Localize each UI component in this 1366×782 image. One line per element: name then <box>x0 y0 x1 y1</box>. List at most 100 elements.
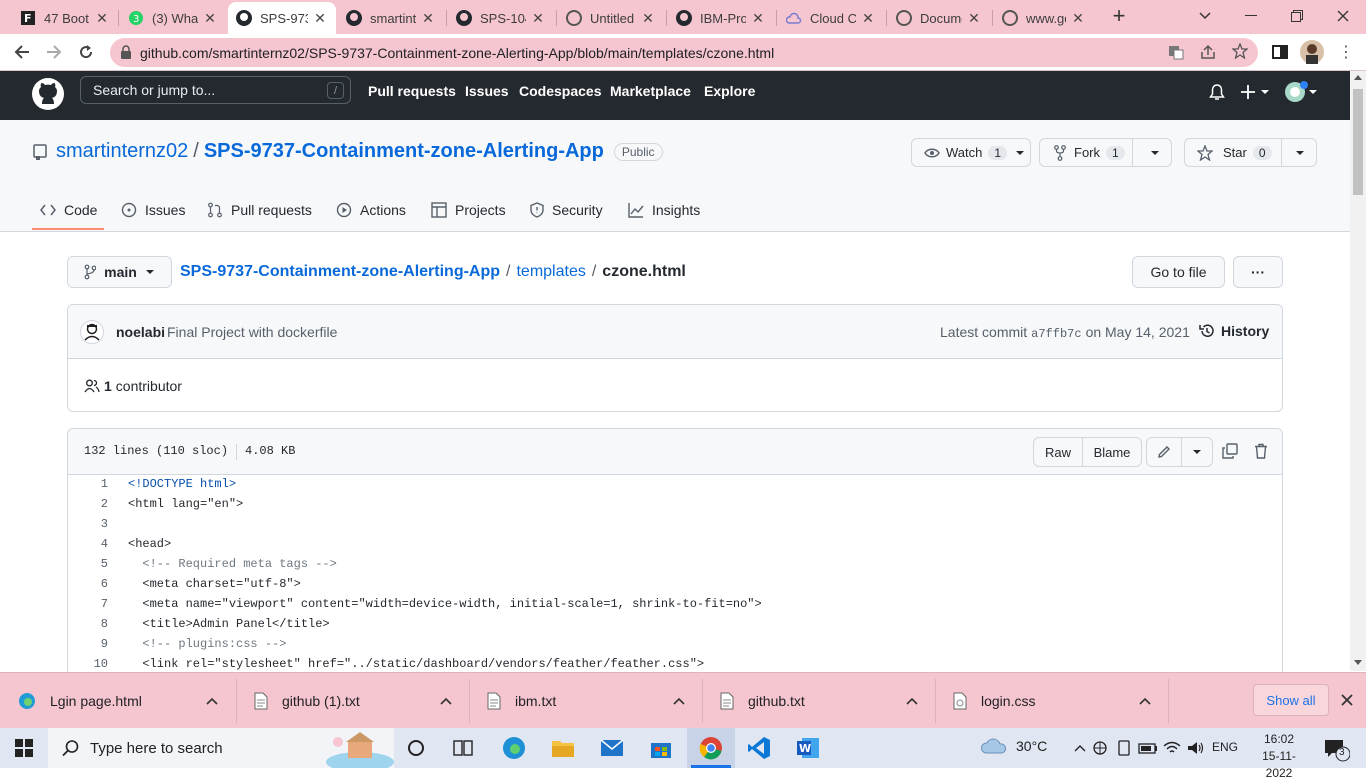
line-number[interactable]: 3 <box>68 517 108 531</box>
share-icon[interactable] <box>1200 44 1216 60</box>
show-all-button[interactable]: Show all <box>1253 684 1329 716</box>
tab-close-icon[interactable]: ✕ <box>640 10 656 27</box>
tab-actions[interactable]: Actions <box>336 188 406 232</box>
download-item[interactable]: github.txt <box>720 673 930 729</box>
breadcrumb-repo-link[interactable]: SPS-9737-Containment-zone-Alerting-App <box>180 263 500 281</box>
close-window-icon[interactable] <box>1320 0 1366 32</box>
browser-tab[interactable]: F 47 Boot ✕ <box>12 2 118 34</box>
task-view-icon[interactable] <box>447 732 479 764</box>
nav-explore[interactable]: Explore <box>704 83 755 99</box>
nav-marketplace[interactable]: Marketplace <box>610 83 691 99</box>
close-icon[interactable] <box>1341 694 1353 706</box>
minimize-icon[interactable] <box>1228 0 1274 32</box>
line-number[interactable]: 8 <box>68 617 108 631</box>
browser-tab[interactable]: Docume ✕ <box>888 2 990 34</box>
tab-projects[interactable]: Projects <box>431 188 506 232</box>
watch-button[interactable]: Watch 1 <box>911 138 1031 167</box>
tab-close-icon[interactable]: ✕ <box>750 10 766 27</box>
commit-sha-link[interactable]: a7ffb7c <box>1031 327 1081 341</box>
bookmark-star-icon[interactable] <box>1232 43 1248 59</box>
vscode-icon[interactable] <box>743 732 775 764</box>
create-new-icon[interactable] <box>1241 83 1271 101</box>
volume-icon[interactable] <box>1180 732 1212 764</box>
nav-pull-requests[interactable]: Pull requests <box>368 83 456 99</box>
breadcrumb-dir-link[interactable]: templates <box>516 263 585 281</box>
tab-close-icon[interactable]: ✕ <box>1070 10 1086 27</box>
line-number[interactable]: 1 <box>68 477 108 491</box>
download-item[interactable]: ibm.txt <box>487 673 697 729</box>
forward-icon[interactable] <box>40 38 68 66</box>
line-number[interactable]: 5 <box>68 557 108 571</box>
browser-tab[interactable]: Cloud C ✕ <box>778 2 884 34</box>
chevron-down-icon[interactable] <box>1295 150 1305 156</box>
commit-author-link[interactable]: noelabi <box>116 324 165 340</box>
tab-close-icon[interactable]: ✕ <box>860 10 876 27</box>
chevron-down-icon[interactable] <box>1181 437 1213 467</box>
blame-button[interactable]: Blame <box>1082 437 1142 467</box>
go-to-file-button[interactable]: Go to file <box>1132 256 1225 288</box>
chevron-down-icon[interactable] <box>1150 150 1160 156</box>
repo-owner-link[interactable]: smartinternz02 <box>56 140 188 163</box>
chevron-up-icon[interactable] <box>673 697 685 705</box>
line-number[interactable]: 7 <box>68 597 108 611</box>
fork-button[interactable]: Fork 1 <box>1039 138 1172 167</box>
windows-start-icon[interactable] <box>8 732 40 764</box>
lock-icon[interactable] <box>120 45 132 59</box>
translate-icon[interactable] <box>1168 44 1184 60</box>
tab-close-icon[interactable]: ✕ <box>420 10 436 27</box>
line-number[interactable]: 4 <box>68 537 108 551</box>
browser-tab[interactable]: Untitled ✕ <box>558 2 664 34</box>
download-item[interactable]: github (1).txt <box>254 673 464 729</box>
line-number[interactable]: 6 <box>68 577 108 591</box>
browser-tab[interactable]: smartint ✕ <box>338 2 444 34</box>
file-explorer-icon[interactable] <box>547 732 579 764</box>
language-indicator[interactable]: ENG <box>1212 740 1238 754</box>
tab-security[interactable]: Security <box>530 188 603 232</box>
tab-close-icon[interactable]: ✕ <box>202 10 218 27</box>
github-search-input[interactable]: Search or jump to... / <box>80 76 351 104</box>
chevron-up-icon[interactable] <box>906 697 918 705</box>
trash-icon[interactable] <box>1254 443 1268 459</box>
word-icon[interactable]: W <box>792 732 824 764</box>
download-item[interactable]: login.css <box>953 673 1163 729</box>
chevron-up-icon[interactable] <box>440 697 452 705</box>
repo-name-link[interactable]: SPS-9737-Containment-zone-Alerting-App <box>204 140 604 163</box>
tab-pull-requests[interactable]: Pull requests <box>207 188 312 232</box>
reload-icon[interactable] <box>72 38 100 66</box>
tab-close-icon[interactable]: ✕ <box>530 10 546 27</box>
author-avatar[interactable] <box>80 320 104 344</box>
branch-selector-button[interactable]: main <box>67 256 172 288</box>
line-number[interactable]: 2 <box>68 497 108 511</box>
copy-icon[interactable] <box>1222 443 1238 459</box>
weather-widget[interactable]: 30°C <box>980 738 1047 754</box>
page-scrollbar[interactable] <box>1350 71 1366 671</box>
new-tab-button[interactable]: + <box>1096 0 1142 32</box>
mail-icon[interactable] <box>596 732 628 764</box>
browser-tab[interactable]: www.go ✕ <box>994 2 1094 34</box>
browser-tab[interactable]: 3 (3) What ✕ <box>120 2 226 34</box>
user-avatar[interactable] <box>1284 80 1318 104</box>
taskbar-search-box[interactable]: Type here to search <box>48 728 394 768</box>
tab-close-icon[interactable]: ✕ <box>312 10 328 27</box>
address-bar[interactable]: github.com/smartinternz02/SPS-9737-Conta… <box>110 38 1258 67</box>
browser-menu-icon[interactable]: ⋮ <box>1332 38 1360 66</box>
side-panel-icon[interactable] <box>1266 38 1294 66</box>
line-number[interactable]: 10 <box>68 657 108 671</box>
tab-issues[interactable]: Issues <box>121 188 185 232</box>
chrome-taskbar-button[interactable] <box>687 728 735 768</box>
line-number[interactable]: 9 <box>68 637 108 651</box>
store-icon[interactable] <box>645 732 677 764</box>
browser-tab-active[interactable]: SPS-973 ✕ <box>228 2 336 34</box>
edit-pencil-icon[interactable] <box>1146 437 1182 467</box>
browser-tab[interactable]: SPS-104 ✕ <box>448 2 554 34</box>
tab-search-icon[interactable] <box>1182 0 1228 32</box>
download-item[interactable]: Lgin page.html <box>18 673 228 729</box>
nav-issues[interactable]: Issues <box>465 83 509 99</box>
cortana-icon[interactable] <box>400 732 432 764</box>
more-options-button[interactable]: ··· <box>1233 256 1283 288</box>
chevron-up-icon[interactable] <box>1139 697 1151 705</box>
bell-icon[interactable] <box>1209 84 1225 102</box>
tab-close-icon[interactable]: ✕ <box>966 10 982 27</box>
contributors-link[interactable]: 1 contributor <box>84 378 182 394</box>
tab-insights[interactable]: Insights <box>628 188 700 232</box>
